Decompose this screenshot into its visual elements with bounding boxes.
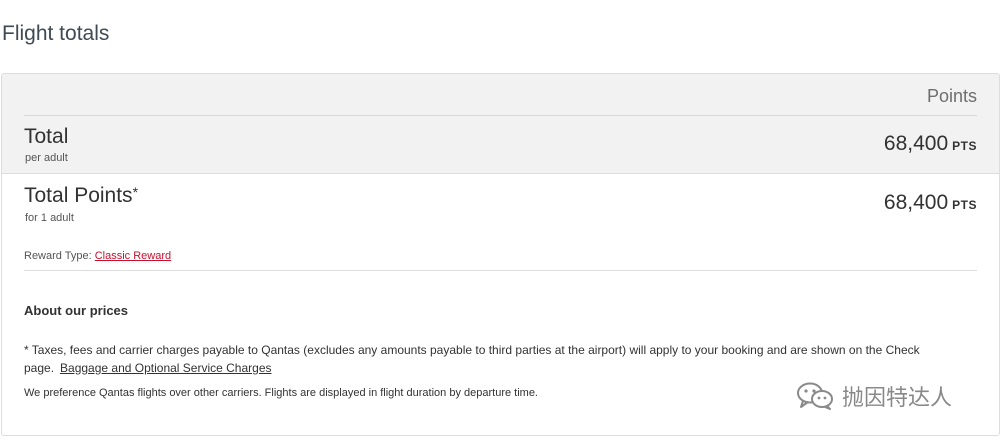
total-points-sublabel: for 1 adult [25,212,74,224]
footnote-star: * [132,184,139,200]
header-divider [24,115,977,116]
total-points-amount: 68,400 PTS [884,191,977,215]
reward-type: Reward Type: Classic Reward [24,250,171,262]
total-points-amount-unit: PTS [952,198,977,212]
watermark-text: 抛因特达人 [842,385,953,410]
classic-reward-link[interactable]: Classic Reward [95,250,171,262]
baggage-charges-link[interactable]: Baggage and Optional Service Charges [60,361,271,375]
watermark: 抛因特达人 [796,381,952,411]
total-sublabel: per adult [25,152,68,164]
taxes-note: * Taxes, fees and carrier charges payabl… [24,341,974,377]
total-header-band: Points Total per adult 68,400 PTS [2,74,999,174]
total-amount: 68,400 PTS [884,132,977,156]
about-prices-heading: About our prices [24,303,129,318]
total-points-amount-value: 68,400 [883,191,949,214]
preference-note: We preference Qantas flights over other … [24,387,538,399]
total-amount-unit: PTS [952,139,977,153]
page-title: Flight totals [2,22,110,45]
total-points-label-text: Total Points [24,184,133,207]
reward-type-label: Reward Type: [24,250,92,262]
points-column-header: Points [926,86,977,106]
total-points-label: Total Points* [24,184,138,208]
total-amount-value: 68,400 [883,132,949,155]
wechat-icon [797,382,833,410]
total-label: Total [24,125,69,148]
section-divider [24,270,977,271]
